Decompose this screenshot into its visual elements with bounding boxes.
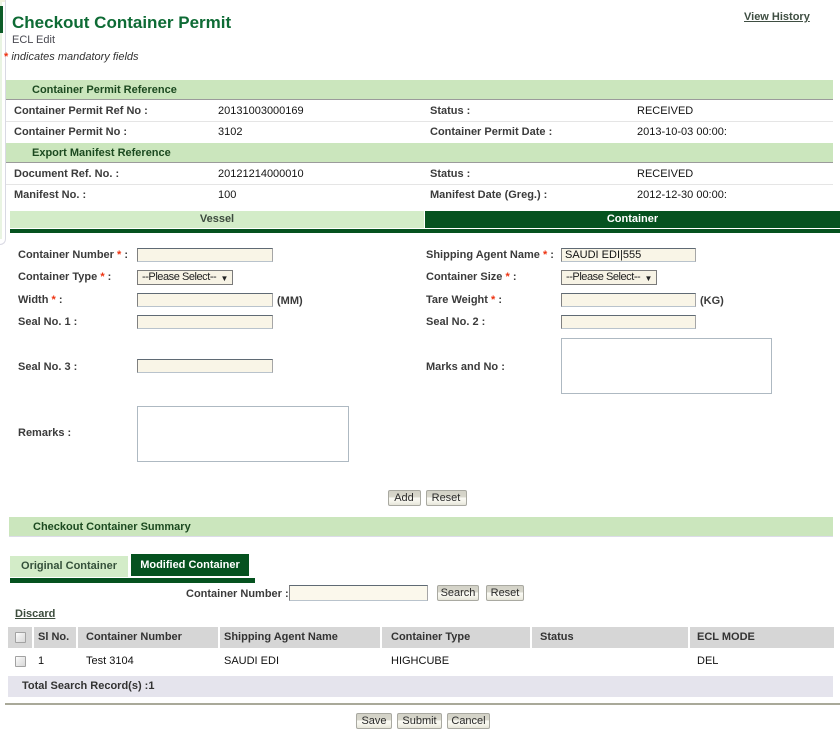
- field-value: RECEIVED: [637, 101, 693, 122]
- tab-original-container[interactable]: Original Container: [10, 556, 128, 577]
- reset-button[interactable]: Reset: [426, 490, 467, 506]
- remarks-label: Remarks :: [18, 427, 71, 440]
- cell-container-type: HIGHCUBE: [382, 650, 530, 672]
- tare-weight-unit: (KG): [700, 294, 724, 308]
- tare-weight-input[interactable]: [561, 293, 696, 307]
- seal-no-3-input[interactable]: [137, 359, 273, 373]
- cell-sl-no: 1: [34, 650, 76, 672]
- container-number-label: Container Number * :: [18, 249, 128, 262]
- save-button[interactable]: Save: [356, 713, 392, 729]
- container-type-select[interactable]: --Please Select--▼: [137, 270, 233, 285]
- seal-no-3-label: Seal No. 3 :: [18, 361, 77, 374]
- row-checkbox[interactable]: [15, 656, 26, 667]
- view-history-link[interactable]: View History: [744, 11, 810, 23]
- marks-and-no-label: Marks and No :: [426, 361, 505, 374]
- ref-row: Document Ref. No. : 20121214000010 Statu…: [6, 164, 833, 185]
- field-value: 20131003000169: [218, 101, 304, 122]
- seal-no-1-input[interactable]: [137, 315, 273, 329]
- field-value: 2012-12-30 00:00:: [637, 185, 727, 206]
- cell-status: [532, 650, 688, 672]
- bottom-divider: [5, 703, 840, 705]
- width-label: Width * :: [18, 294, 63, 307]
- header-status: Status: [532, 627, 688, 648]
- header-container-type: Container Type: [382, 627, 530, 648]
- mandatory-note: * indicates mandatory fields: [4, 51, 139, 63]
- container-size-label: Container Size * :: [426, 271, 516, 284]
- seal-no-2-input[interactable]: [561, 315, 696, 329]
- field-label: Document Ref. No. :: [14, 164, 119, 185]
- row-select-cell: [8, 650, 32, 672]
- cell-ecl-mode: DEL: [690, 650, 834, 672]
- tare-weight-label: Tare Weight * :: [426, 294, 502, 307]
- container-size-select[interactable]: --Please Select--▼: [561, 270, 657, 285]
- field-label: Manifest No. :: [14, 185, 86, 206]
- search-button[interactable]: Search: [437, 585, 479, 601]
- ref-row: Manifest No. : 100 Manifest Date (Greg.)…: [6, 185, 833, 206]
- ref-row: Container Permit Ref No : 20131003000169…: [6, 101, 833, 122]
- seal-no-2-label: Seal No. 2 :: [426, 316, 485, 329]
- field-label: Container Permit Date :: [430, 122, 552, 143]
- marks-and-no-textarea[interactable]: [561, 338, 772, 394]
- total-search-records: Total Search Record(s) :1: [8, 676, 833, 697]
- required-marker: *: [4, 51, 8, 63]
- table-row: 1 Test 3104 SAUDI EDI HIGHCUBE DEL: [8, 650, 834, 672]
- left-frame-sliver-green-block: [0, 6, 3, 33]
- summary-tab-underline: [10, 578, 255, 583]
- section-checkout-container-summary: Checkout Container Summary: [9, 517, 833, 537]
- field-label: Status :: [430, 164, 470, 185]
- chevron-down-icon: ▼: [221, 272, 228, 285]
- select-all-checkbox[interactable]: [15, 632, 26, 643]
- header-select-cell: [8, 627, 32, 648]
- cell-shipping-agent-name: SAUDI EDI: [220, 650, 380, 672]
- shipping-agent-name-input[interactable]: SAUDI EDI|555: [561, 248, 696, 262]
- field-label: Container Permit No :: [14, 122, 127, 143]
- search-container-number-input[interactable]: [289, 585, 428, 601]
- form-actions: Add Reset: [14, 490, 840, 506]
- tab-modified-container[interactable]: Modified Container: [131, 554, 249, 576]
- tab-underline: [10, 229, 840, 233]
- page-actions: Save Submit Cancel: [6, 713, 840, 729]
- chevron-down-icon: ▼: [645, 272, 652, 285]
- header-container-number: Container Number: [78, 627, 218, 648]
- header-sl-no: Sl No.: [34, 627, 76, 648]
- container-number-input[interactable]: [137, 248, 273, 262]
- tab-vessel[interactable]: Vessel: [10, 211, 424, 228]
- field-value: RECEIVED: [637, 164, 693, 185]
- section-container-permit-reference: Container Permit Reference: [6, 80, 833, 100]
- shipping-agent-name-label: Shipping Agent Name * :: [426, 249, 554, 262]
- cancel-button[interactable]: Cancel: [447, 713, 490, 729]
- page-title: Checkout Container Permit: [12, 13, 231, 33]
- submit-button[interactable]: Submit: [397, 713, 442, 729]
- page-subtitle: ECL Edit: [12, 34, 55, 46]
- remarks-textarea[interactable]: [137, 406, 349, 462]
- field-value: 100: [218, 185, 236, 206]
- table-header-row: Sl No. Container Number Shipping Agent N…: [8, 627, 834, 648]
- header-ecl-mode: ECL MODE: [690, 627, 834, 648]
- ref-row: Container Permit No : 3102 Container Per…: [6, 122, 833, 143]
- container-type-label: Container Type * :: [18, 271, 111, 284]
- discard-link[interactable]: Discard: [15, 608, 55, 620]
- search-container-number-label: Container Number :: [186, 588, 289, 600]
- left-frame-sliver-strip: [0, 2, 2, 239]
- width-unit: (MM): [277, 294, 303, 308]
- field-label: Manifest Date (Greg.) :: [430, 185, 547, 206]
- header-shipping-agent-name: Shipping Agent Name: [220, 627, 380, 648]
- width-input[interactable]: [137, 293, 273, 307]
- field-value: 3102: [218, 122, 242, 143]
- field-label: Container Permit Ref No :: [14, 101, 148, 122]
- field-value: 20121214000010: [218, 164, 304, 185]
- section-export-manifest-reference: Export Manifest Reference: [6, 143, 833, 163]
- field-value: 2013-10-03 00:00:: [637, 122, 727, 143]
- seal-no-1-label: Seal No. 1 :: [18, 316, 77, 329]
- tab-container[interactable]: Container: [425, 211, 840, 228]
- add-button[interactable]: Add: [388, 490, 421, 506]
- search-reset-button[interactable]: Reset: [486, 585, 524, 601]
- cell-container-number: Test 3104: [78, 650, 218, 672]
- field-label: Status :: [430, 101, 470, 122]
